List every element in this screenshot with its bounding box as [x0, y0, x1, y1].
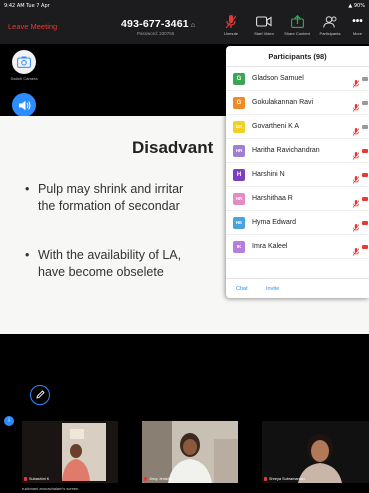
participant-name: Gokulakannan Ravi	[252, 99, 314, 106]
participants-button[interactable]: Participants	[316, 14, 344, 36]
video-off-icon	[362, 125, 368, 129]
participant-name: Haritha Ravichandran	[252, 147, 320, 154]
battery-level: 90%	[353, 3, 365, 9]
pencil-icon	[35, 386, 45, 404]
share-content-button[interactable]: Share Content	[283, 14, 311, 36]
participant-row[interactable]: G Gokulakannan Ravi	[226, 91, 369, 115]
participant-name: Hyma Edward	[252, 219, 296, 226]
chat-button[interactable]: Chat	[232, 284, 252, 295]
mic-muted-icon	[352, 243, 360, 261]
more-button[interactable]: ••• More	[346, 14, 369, 36]
avatar: GK	[233, 120, 245, 133]
meeting-id: 493-677-3461 ⌂	[121, 18, 196, 30]
participant-name: Govartheni K A	[252, 123, 300, 130]
video-off-icon	[362, 173, 368, 177]
switch-camera-icon	[12, 50, 36, 74]
video-thumbnail[interactable]: Subashini K	[22, 421, 118, 483]
video-off-icon	[362, 221, 368, 225]
video-thumbnail[interactable]: Jincy Jenisha	[142, 421, 238, 483]
avatar: G	[233, 72, 245, 85]
slide-title: Disadvant	[132, 138, 214, 157]
status-time: 9:42 AM Tue 7 Apr	[4, 3, 50, 9]
speaker-icon	[12, 93, 36, 117]
share-arrow-icon	[283, 14, 311, 29]
video-off-icon	[362, 149, 368, 153]
slide-bullet: • Pulp may shrink and irritar the format…	[25, 182, 184, 213]
participant-name: Harshini N	[252, 171, 285, 178]
video-frame	[142, 421, 238, 483]
more-dots-icon: •••	[352, 16, 363, 27]
participant-name: Imra Kaleel	[252, 243, 288, 250]
participants-footer: Chat Invite	[226, 278, 369, 298]
annotate-button[interactable]	[30, 385, 50, 405]
participant-row[interactable]: H Harshini N	[226, 163, 369, 187]
video-camera-icon	[250, 14, 278, 29]
mic-muted-icon	[217, 14, 245, 29]
mic-muted-icon	[24, 477, 27, 481]
invite-button[interactable]: Invite	[262, 284, 283, 295]
status-battery: ▲ 90%	[348, 3, 365, 9]
screen-owner-label: ruckmani arunachalam's screen	[22, 486, 79, 491]
participants-list: G Gladson Samuel G Gokulakannan Ravi GK Govar…	[226, 67, 369, 259]
avatar: HR	[233, 192, 245, 205]
avatar: HR	[233, 144, 245, 157]
participant-name: Gladson Samuel	[252, 75, 304, 82]
mic-muted-icon	[264, 477, 267, 481]
mic-muted-icon	[144, 477, 147, 481]
video-frame	[262, 421, 369, 483]
video-frame	[22, 421, 118, 483]
avatar: G	[233, 96, 245, 109]
participant-row[interactable]: HR Harshithaa R	[226, 187, 369, 211]
top-toolbar: 9:42 AM Tue 7 Apr ▲ 90% Leave Meeting 49…	[0, 0, 369, 44]
participant-name: Harshithaa R	[252, 195, 293, 202]
start-video-button[interactable]: Start Video	[250, 14, 278, 36]
video-gallery-strip: i Subashini K Jincy Jenisha Shreya Subra…	[0, 384, 369, 493]
wifi-icon: ▲	[348, 3, 353, 9]
participants-panel: Participants (98) G Gladson Samuel G Gokula…	[226, 46, 369, 298]
meeting-password: Password: 230766	[137, 31, 175, 36]
video-off-icon	[362, 101, 368, 105]
lock-icon: ⌂	[190, 22, 196, 29]
avatar: H	[233, 168, 245, 181]
unmute-button[interactable]: Unmute	[217, 14, 245, 36]
participant-row[interactable]: HE Hyma Edward	[226, 211, 369, 235]
avatar: HE	[233, 216, 245, 229]
avatar: IK	[233, 240, 245, 253]
participant-row[interactable]: HR Haritha Ravichandran	[226, 139, 369, 163]
video-off-icon	[362, 197, 368, 201]
video-off-icon	[362, 77, 368, 81]
video-thumbnail[interactable]: Shreya Subramanian	[262, 421, 369, 483]
participants-title: Participants (98)	[226, 46, 369, 67]
participant-row[interactable]: IK Imra Kaleel	[226, 235, 369, 259]
participants-icon	[316, 14, 344, 29]
leave-meeting-button[interactable]: Leave Meeting	[8, 22, 57, 31]
slide-bullet: • With the availability of LA, have beco…	[25, 248, 182, 279]
switch-camera-button[interactable]: Switch Camera	[10, 50, 38, 81]
info-icon[interactable]: i	[4, 416, 14, 426]
participant-row[interactable]: GK Govartheni K A	[226, 115, 369, 139]
participant-row[interactable]: G Gladson Samuel	[226, 67, 369, 91]
video-off-icon	[362, 245, 368, 249]
